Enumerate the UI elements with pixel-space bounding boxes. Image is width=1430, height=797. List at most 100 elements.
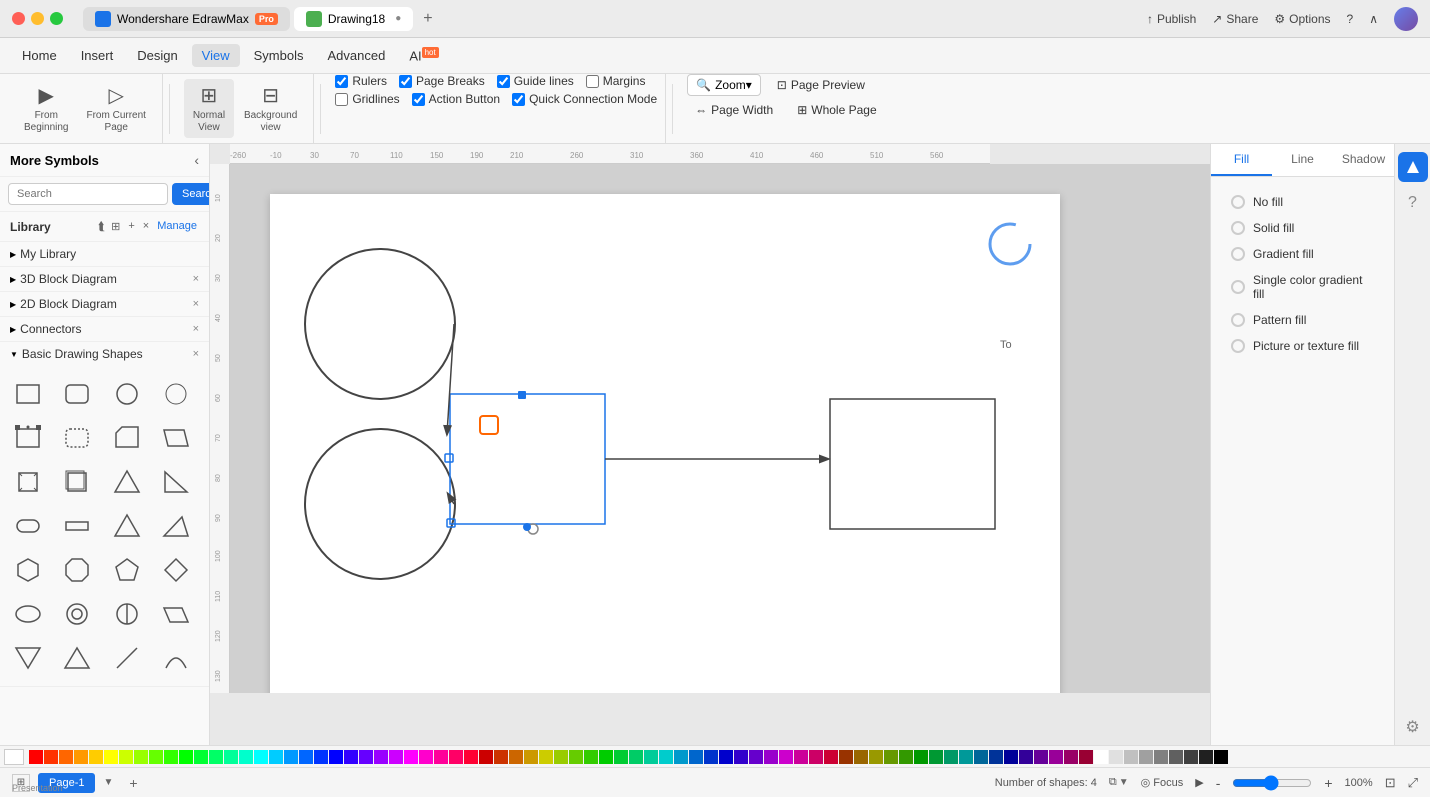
shape-rect-plain[interactable]: [8, 374, 48, 414]
fill-option-single-color-gradient[interactable]: Single color gradient fill: [1223, 267, 1382, 307]
fill-radio-pattern[interactable]: [1231, 313, 1245, 327]
zoom-dropdown-button[interactable]: 🔍 Zoom▾: [687, 74, 761, 96]
user-avatar[interactable]: [1394, 7, 1418, 31]
shape-rect-cut[interactable]: [107, 418, 147, 458]
fill-panel-icon-button[interactable]: [1398, 152, 1428, 182]
color-swatch[interactable]: [464, 750, 478, 764]
color-swatch[interactable]: [1034, 750, 1048, 764]
color-swatch[interactable]: [869, 750, 883, 764]
color-swatch[interactable]: [59, 750, 73, 764]
color-swatch[interactable]: [1169, 750, 1183, 764]
color-swatch[interactable]: [929, 750, 943, 764]
shape-circle[interactable]: [107, 374, 147, 414]
color-swatch[interactable]: [1214, 750, 1228, 764]
shape-thin-rect[interactable]: [57, 506, 97, 546]
from-current-page-button[interactable]: ▷ From CurrentPage: [78, 79, 153, 138]
fill-radio-solid[interactable]: [1231, 221, 1245, 235]
share-button[interactable]: ↗ Share: [1212, 12, 1258, 26]
color-swatch[interactable]: [644, 750, 658, 764]
color-swatch[interactable]: [1064, 750, 1078, 764]
shape-circle-thin[interactable]: [156, 374, 196, 414]
page-preview-button[interactable]: ⊡ Page Preview: [769, 75, 873, 95]
color-swatch[interactable]: [989, 750, 1003, 764]
menu-advanced[interactable]: Advanced: [317, 44, 395, 67]
color-swatch[interactable]: [854, 750, 868, 764]
guide-lines-checkbox[interactable]: Guide lines: [497, 74, 574, 88]
color-swatch[interactable]: [1079, 750, 1093, 764]
color-swatch[interactable]: [1049, 750, 1063, 764]
shape-octagon[interactable]: [57, 550, 97, 590]
search-button[interactable]: Search: [172, 183, 210, 205]
add-tab-button[interactable]: +: [417, 7, 438, 31]
color-swatch[interactable]: [764, 750, 778, 764]
color-swatch[interactable]: [134, 750, 148, 764]
color-swatch[interactable]: [434, 750, 448, 764]
gridlines-input[interactable]: [335, 93, 348, 106]
library-action-close[interactable]: ×: [141, 218, 151, 235]
action-button-checkbox[interactable]: Action Button: [412, 92, 500, 106]
color-swatch[interactable]: [389, 750, 403, 764]
color-swatch[interactable]: [584, 750, 598, 764]
menu-symbols[interactable]: Symbols: [244, 44, 314, 67]
tab-close-button[interactable]: ●: [395, 13, 401, 24]
color-swatch[interactable]: [524, 750, 538, 764]
margins-input[interactable]: [586, 75, 599, 88]
tab-line[interactable]: Line: [1272, 144, 1333, 176]
color-swatch[interactable]: [569, 750, 583, 764]
shape-triangle-down[interactable]: [8, 638, 48, 678]
color-swatch[interactable]: [479, 750, 493, 764]
background-view-button[interactable]: ⊟ Backgroundview: [236, 79, 305, 138]
color-swatch[interactable]: [209, 750, 223, 764]
color-swatch[interactable]: [254, 750, 268, 764]
color-swatch[interactable]: [734, 750, 748, 764]
quick-connection-checkbox[interactable]: Quick Connection Mode: [512, 92, 657, 106]
shape-hexagon[interactable]: [8, 550, 48, 590]
color-swatch[interactable]: [164, 750, 178, 764]
shape-parallelogram[interactable]: [156, 418, 196, 458]
color-swatch[interactable]: [599, 750, 613, 764]
color-swatch[interactable]: [194, 750, 208, 764]
color-swatch[interactable]: [554, 750, 568, 764]
tab-fill[interactable]: Fill: [1211, 144, 1272, 176]
shape-line[interactable]: [107, 638, 147, 678]
color-swatch[interactable]: [1139, 750, 1153, 764]
color-swatch[interactable]: [974, 750, 988, 764]
shape-ring[interactable]: [57, 594, 97, 634]
color-swatch[interactable]: [179, 750, 193, 764]
color-swatch[interactable]: [509, 750, 523, 764]
color-swatch[interactable]: [269, 750, 283, 764]
fill-option-no-fill[interactable]: No fill: [1223, 189, 1382, 215]
app-tab-drawing[interactable]: Drawing18 ●: [294, 7, 413, 31]
color-swatch[interactable]: [1199, 750, 1213, 764]
shape-pentagon[interactable]: [107, 550, 147, 590]
quick-connection-input[interactable]: [512, 93, 525, 106]
section-3d-close-button[interactable]: ×: [193, 273, 199, 285]
shape-diamond[interactable]: [156, 550, 196, 590]
shape-half-circle[interactable]: [107, 594, 147, 634]
color-swatch[interactable]: [1184, 750, 1198, 764]
color-swatch[interactable]: [1154, 750, 1168, 764]
normal-view-button[interactable]: ⊞ NormalView: [184, 79, 234, 138]
color-swatch[interactable]: [449, 750, 463, 764]
color-swatch[interactable]: [419, 750, 433, 764]
color-swatch[interactable]: [74, 750, 88, 764]
action-button-input[interactable]: [412, 93, 425, 106]
zoom-slider[interactable]: [1232, 775, 1312, 791]
color-swatch[interactable]: [314, 750, 328, 764]
color-swatch[interactable]: [614, 750, 628, 764]
fill-radio-picture[interactable]: [1231, 339, 1245, 353]
color-swatch[interactable]: [659, 750, 673, 764]
help-panel-icon-button[interactable]: ?: [1398, 188, 1428, 218]
fill-option-gradient[interactable]: Gradient fill: [1223, 241, 1382, 267]
traffic-lights[interactable]: [12, 12, 63, 25]
color-swatch[interactable]: [359, 750, 373, 764]
maximize-traffic-light[interactable]: [50, 12, 63, 25]
shape-rect-dotted[interactable]: [8, 418, 48, 458]
menu-ai[interactable]: AIhot: [399, 44, 448, 67]
canvas-content[interactable]: [230, 164, 1210, 693]
color-swatch[interactable]: [884, 750, 898, 764]
color-swatch[interactable]: [224, 750, 238, 764]
fill-option-picture[interactable]: Picture or texture fill: [1223, 333, 1382, 359]
fill-radio-gradient[interactable]: [1231, 247, 1245, 261]
color-swatch[interactable]: [914, 750, 928, 764]
